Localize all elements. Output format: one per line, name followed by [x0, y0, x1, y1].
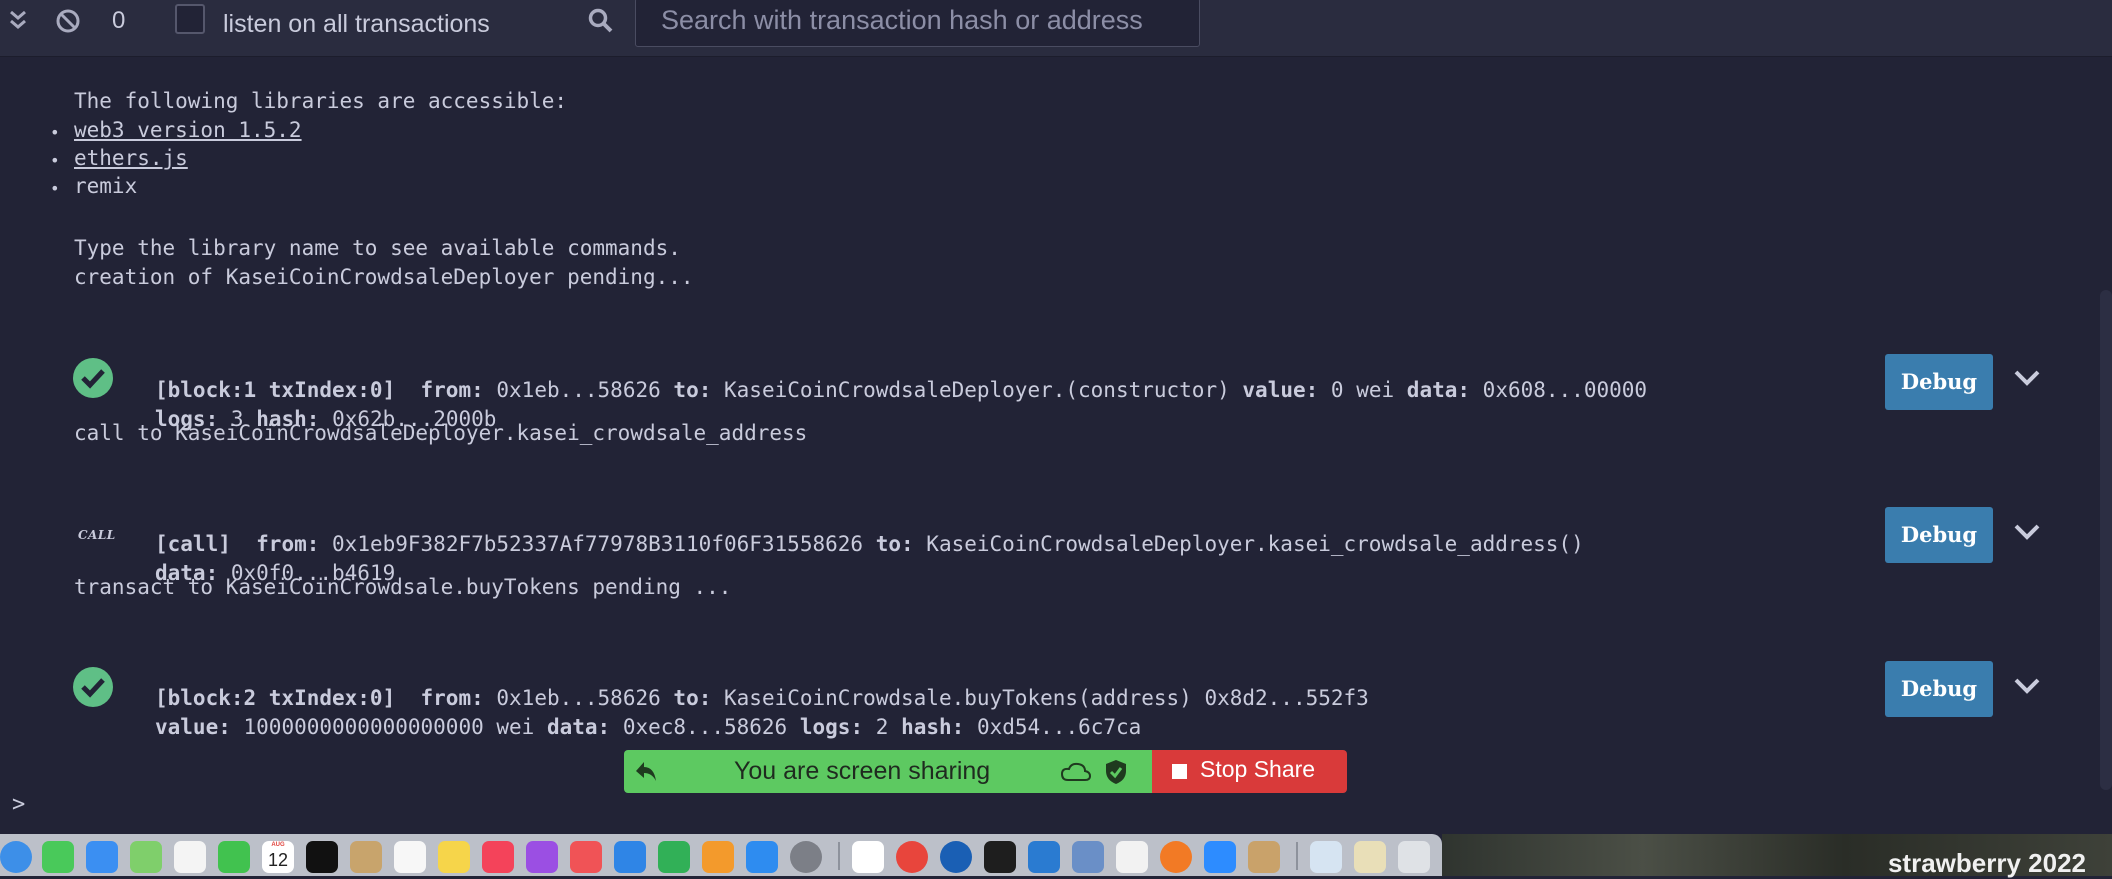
apple-tv-icon[interactable] — [306, 841, 338, 873]
desktop-label: strawberry 2022 — [1887, 848, 2086, 878]
bullet: • — [50, 123, 60, 142]
chrome-icon[interactable] — [896, 841, 928, 873]
search-input[interactable]: Search with transaction hash or address — [635, 0, 1200, 47]
music-icon[interactable] — [482, 841, 514, 873]
debug-button[interactable]: Debug — [1885, 661, 1993, 717]
data-label: data: — [546, 715, 611, 739]
data-value: 0x608...00000 — [1482, 378, 1648, 402]
safari-icon[interactable] — [0, 841, 32, 873]
value: 0 wei — [1330, 378, 1395, 402]
system-preferences-icon[interactable] — [790, 841, 822, 873]
photos-icon[interactable] — [174, 841, 206, 873]
library-link-ethers[interactable]: ethers.js — [74, 146, 188, 170]
calendar-month: AUG — [271, 842, 285, 848]
stop-share-label: Stop Share — [1200, 756, 1316, 782]
success-check-icon — [73, 358, 113, 398]
downloads-stack-icon[interactable] — [1354, 841, 1386, 873]
to-label: to: — [875, 532, 914, 556]
debug-button[interactable]: Debug — [1885, 354, 1993, 410]
logs-count: 2 — [875, 715, 889, 739]
stop-square-icon — [1172, 764, 1187, 779]
notes-icon[interactable] — [438, 841, 470, 873]
listen-all-checkbox[interactable] — [175, 4, 205, 34]
chevron-down-icon[interactable] — [2012, 522, 2042, 542]
vscode-icon[interactable] — [1028, 841, 1060, 873]
contacts-icon[interactable] — [350, 841, 382, 873]
to-target: KaseiCoinCrowdsaleDeployer.(constructor) — [724, 378, 1230, 402]
transact-line: transact to KaseiCoinCrowdsale.buyTokens… — [74, 575, 732, 599]
search-icon — [588, 8, 614, 38]
tx3-line2: value: 1000000000000000000 wei data: 0xe… — [155, 691, 1141, 739]
downloads-folder-icon[interactable] — [1310, 841, 1342, 873]
news-icon[interactable] — [570, 841, 602, 873]
chevron-down-icon[interactable] — [2012, 368, 2042, 388]
pending-tx-count: 0 — [112, 7, 126, 34]
cloud-icon — [1060, 762, 1092, 781]
pages-icon[interactable] — [702, 841, 734, 873]
share-status-panel[interactable]: You are screen sharing — [624, 750, 1152, 793]
terminal-scrollbar[interactable] — [2100, 290, 2112, 790]
listen-all-label: listen on all transactions — [223, 10, 490, 38]
tx-hash: 0xd54...6c7ca — [976, 715, 1142, 739]
share-arrow-icon — [636, 762, 656, 781]
keynote-icon[interactable] — [614, 841, 646, 873]
success-check-icon — [73, 667, 113, 707]
podcasts-icon[interactable] — [526, 841, 558, 873]
stop-share-button[interactable]: Stop Share — [1152, 750, 1347, 793]
help-text: Type the library name to see available c… — [74, 236, 681, 260]
call-line: call to KaseiCoinCrowdsaleDeployer.kasei… — [74, 421, 808, 445]
data-label: data: — [1406, 378, 1471, 402]
numbers-icon[interactable] — [658, 841, 690, 873]
collapse-double-chevron-icon[interactable] — [8, 8, 28, 36]
terminal-toolbar: 0 listen on all transactions Search with… — [0, 0, 2112, 57]
logs-label: logs: — [799, 715, 864, 739]
1password-icon[interactable] — [940, 841, 972, 873]
textedit-icon[interactable] — [1116, 841, 1148, 873]
screen-sharing-text: You are screen sharing — [734, 757, 991, 785]
preview-icon[interactable] — [1072, 841, 1104, 873]
library-remix: remix — [74, 174, 138, 198]
zoom-icon[interactable] — [1204, 841, 1236, 873]
bullet: • — [50, 179, 60, 198]
debug-button[interactable]: Debug — [1885, 507, 1993, 563]
to-target: KaseiCoinCrowdsaleDeployer.kasei_crowdsa… — [926, 532, 1584, 556]
terminal-icon[interactable] — [984, 841, 1016, 873]
reminders-icon[interactable] — [394, 841, 426, 873]
from-address: 0x1eb...58626 — [496, 378, 661, 402]
app-store-icon[interactable] — [746, 841, 778, 873]
slack-icon[interactable] — [852, 841, 884, 873]
trash-icon[interactable] — [1398, 841, 1430, 873]
screen-share-bar: You are screen sharing Stop Share — [624, 750, 1347, 793]
desktop-wallpaper: strawberry 2022 — [1442, 834, 2112, 878]
firefox-icon[interactable] — [1160, 841, 1192, 873]
calendar-day: 12 — [267, 850, 289, 870]
dock-separator — [838, 842, 840, 870]
value-label: value: — [1242, 378, 1319, 402]
clear-ban-icon[interactable] — [55, 8, 81, 38]
shield-check-icon — [1106, 760, 1126, 784]
messages-icon[interactable] — [42, 841, 74, 873]
dock-separator — [1296, 842, 1298, 870]
archive-utility-icon[interactable] — [1248, 841, 1280, 873]
value-label: value: — [155, 715, 231, 739]
terminal-prompt[interactable]: > — [12, 792, 25, 817]
value: 1000000000000000000 wei — [243, 715, 535, 739]
hash-label: hash: — [901, 715, 965, 739]
to-label: to: — [673, 378, 712, 402]
bullet: • — [50, 151, 60, 170]
chevron-down-icon[interactable] — [2012, 676, 2042, 696]
creation-pending-text: creation of KaseiCoinCrowdsaleDeployer p… — [74, 265, 694, 289]
from-address: 0x1eb9F382F7b52337Af77978B3110f06F315586… — [332, 532, 864, 556]
data-value: 0xec8...58626 — [622, 715, 788, 739]
library-link-web3[interactable]: web3 version 1.5.2 — [74, 118, 302, 142]
call-tag: CALL — [78, 528, 116, 542]
mail-icon[interactable] — [86, 841, 118, 873]
calendar-icon[interactable]: AUG 12 — [262, 841, 294, 873]
maps-icon[interactable] — [130, 841, 162, 873]
macos-dock: AUG 12 — [0, 834, 1442, 876]
libraries-intro: The following libraries are accessible: — [74, 89, 568, 113]
facetime-icon[interactable] — [218, 841, 250, 873]
